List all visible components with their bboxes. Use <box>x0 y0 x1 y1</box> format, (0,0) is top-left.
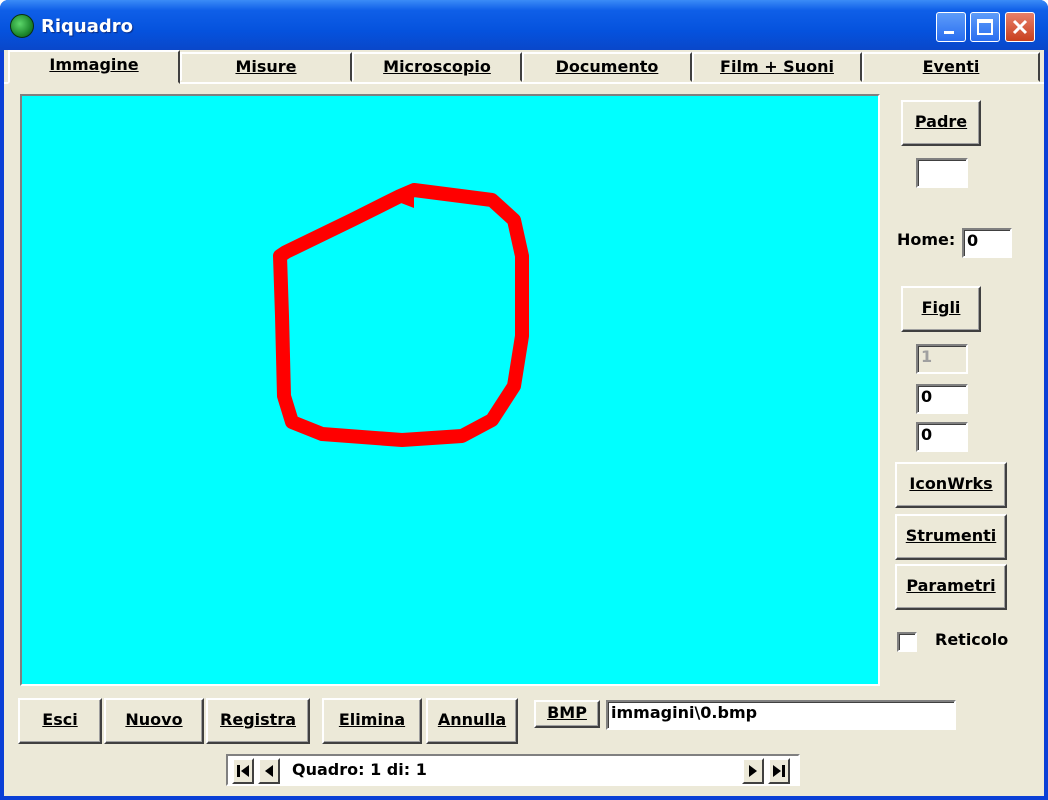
bmp-path-field[interactable]: immagini\0.bmp <box>606 700 956 730</box>
prev-record-icon[interactable] <box>258 758 280 784</box>
elimina-button[interactable]: Elimina <box>322 698 422 744</box>
image-canvas[interactable] <box>20 94 880 686</box>
window-title: Riquadro <box>41 16 134 37</box>
annulla-button[interactable]: Annulla <box>426 698 518 744</box>
tab-microscopio[interactable]: Microscopio <box>352 52 522 82</box>
first-record-icon[interactable] <box>232 758 254 784</box>
tab-immagine[interactable]: Immagine <box>8 50 180 84</box>
client-area: Immagine Misure Microscopio Documento Fi… <box>4 50 1044 796</box>
figli-field-2[interactable]: 0 <box>916 384 968 414</box>
title-bar[interactable]: Riquadro <box>0 0 1048 52</box>
parametri-button[interactable]: Parametri <box>895 564 1007 610</box>
tab-documento[interactable]: Documento <box>522 52 692 82</box>
reticolo-label: Reticolo <box>935 630 1009 649</box>
minimize-icon[interactable] <box>936 12 966 42</box>
close-icon[interactable] <box>1005 12 1035 42</box>
home-label: Home: <box>897 230 956 249</box>
globe-app-icon <box>10 14 34 38</box>
iconwrks-button[interactable]: IconWrks <box>895 462 1007 508</box>
next-record-icon[interactable] <box>742 758 764 784</box>
tab-eventi[interactable]: Eventi <box>862 52 1040 82</box>
strumenti-button[interactable]: Strumenti <box>895 514 1007 560</box>
esci-button[interactable]: Esci <box>18 698 102 744</box>
drawn-shape <box>273 183 529 447</box>
maximize-icon[interactable] <box>970 12 1000 42</box>
tab-strip: Immagine Misure Microscopio Documento Fi… <box>4 50 1044 84</box>
registra-button[interactable]: Registra <box>206 698 310 744</box>
nuovo-button[interactable]: Nuovo <box>104 698 204 744</box>
padre-button[interactable]: Padre <box>901 100 981 146</box>
padre-field[interactable] <box>916 158 968 188</box>
last-record-icon[interactable] <box>768 758 790 784</box>
figli-field-disabled: 1 <box>916 344 968 374</box>
bmp-button[interactable]: BMP <box>534 700 600 728</box>
record-navigator: Quadro: 1 di: 1 <box>226 754 800 786</box>
reticolo-checkbox[interactable] <box>897 632 917 652</box>
figli-field-3[interactable]: 0 <box>916 422 968 452</box>
app-window: Riquadro Immagine Misure Microscopio Doc… <box>0 0 1048 800</box>
tab-film-suoni[interactable]: Film + Suoni <box>692 52 862 82</box>
figli-button[interactable]: Figli <box>901 286 981 332</box>
record-status: Quadro: 1 di: 1 <box>292 760 427 779</box>
home-field[interactable]: 0 <box>962 228 1012 258</box>
tab-misure[interactable]: Misure <box>180 52 352 82</box>
